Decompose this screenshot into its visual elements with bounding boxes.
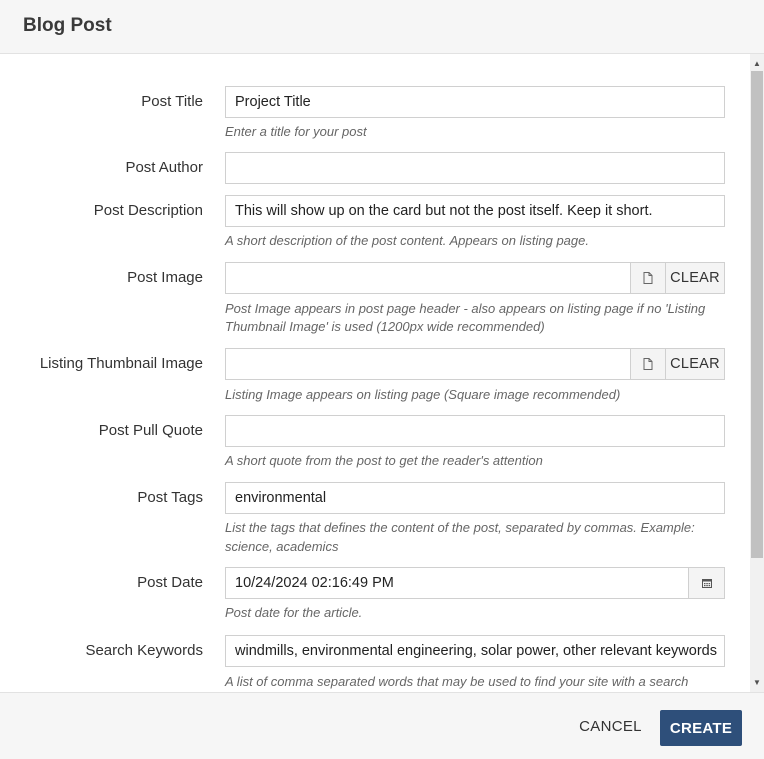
scroll-down-arrow[interactable]: ▼ xyxy=(750,676,764,690)
post-title-input[interactable]: Project Title xyxy=(225,86,725,118)
pull-quote-help: A short quote from the post to get the r… xyxy=(225,453,543,468)
post-tags-input[interactable]: environmental xyxy=(225,482,725,514)
listing-thumbnail-browse-button[interactable] xyxy=(630,348,666,380)
post-tags-help-line2: science, academics xyxy=(225,539,339,554)
search-keywords-input[interactable]: windmills, environmental engineering, so… xyxy=(225,635,725,667)
file-icon xyxy=(643,358,653,370)
post-tags-label: Post Tags xyxy=(137,489,203,506)
post-title-help: Enter a title for your post xyxy=(225,124,367,139)
listing-thumbnail-label: Listing Thumbnail Image xyxy=(39,355,203,372)
post-image-input[interactable] xyxy=(225,262,631,294)
post-image-label: Post Image xyxy=(127,269,203,286)
post-date-help: Post date for the article. xyxy=(225,605,363,620)
scrollbar-thumb[interactable] xyxy=(751,71,763,558)
post-description-input[interactable]: This will show up on the card but not th… xyxy=(225,195,725,227)
listing-thumbnail-clear-button[interactable]: CLEAR xyxy=(665,348,725,380)
listing-thumbnail-help: Listing Image appears on listing page (S… xyxy=(225,387,621,402)
calendar-icon xyxy=(701,579,712,588)
listing-thumbnail-input[interactable] xyxy=(225,348,631,380)
post-tags-help-line1: List the tags that defines the content o… xyxy=(225,520,695,535)
post-date-picker-button[interactable] xyxy=(688,567,725,599)
form-area: Post Title Project Title Enter a title f… xyxy=(0,54,750,692)
search-keywords-label: Search Keywords xyxy=(85,642,203,659)
pull-quote-input[interactable] xyxy=(225,415,725,447)
create-button[interactable]: CREATE xyxy=(660,710,742,746)
scroll-up-arrow[interactable]: ▲ xyxy=(750,57,764,71)
cancel-button[interactable]: CANCEL xyxy=(572,711,649,741)
search-keywords-help: A list of comma separated words that may… xyxy=(225,674,689,689)
post-title-label: Post Title xyxy=(141,93,203,110)
post-image-help-line1: Post Image appears in post page header -… xyxy=(225,301,706,316)
dialog-footer: CANCEL CREATE xyxy=(0,692,764,759)
dialog-title: Blog Post xyxy=(23,15,112,36)
post-description-help: A short description of the post content.… xyxy=(225,233,589,248)
dialog-header: Blog Post xyxy=(0,0,764,54)
post-author-label: Post Author xyxy=(125,159,203,176)
post-image-browse-button[interactable] xyxy=(630,262,666,294)
post-image-help-line2: Thumbnail Image' is used (1200px wide re… xyxy=(225,319,545,334)
post-date-input[interactable]: 10/24/2024 02:16:49 PM xyxy=(225,567,689,599)
post-author-input[interactable] xyxy=(225,152,725,184)
pull-quote-label: Post Pull Quote xyxy=(98,422,203,439)
post-date-label: Post Date xyxy=(137,574,203,591)
file-icon xyxy=(643,272,653,284)
post-image-clear-button[interactable]: CLEAR xyxy=(665,262,725,294)
post-description-label: Post Description xyxy=(93,202,203,219)
